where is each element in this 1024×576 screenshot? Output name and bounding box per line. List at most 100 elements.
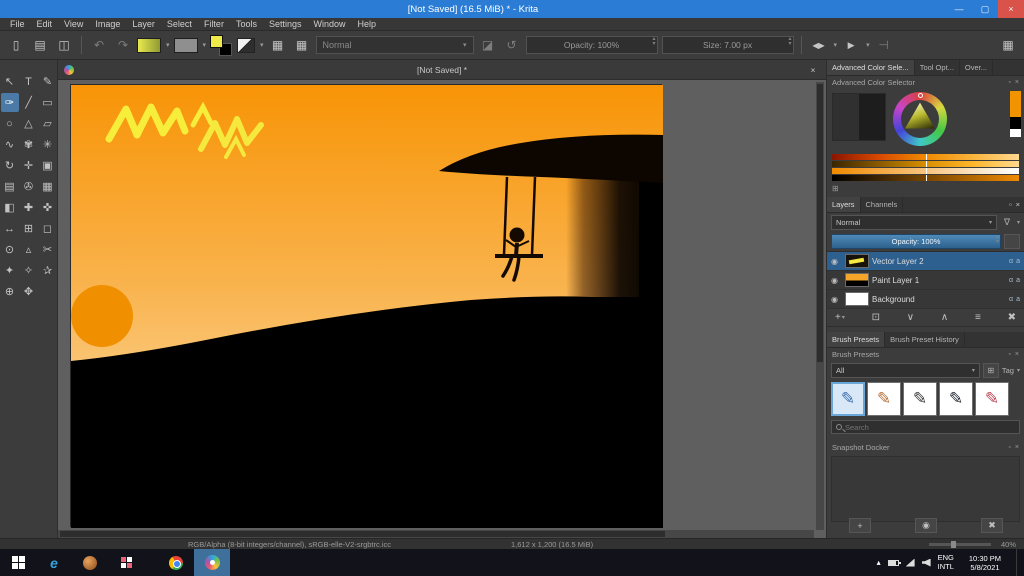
spinner[interactable]: ▴ ▾: [789, 36, 792, 46]
float-docker-icon[interactable]: ▫: [1008, 444, 1010, 451]
brush-preset-pencil-blue[interactable]: ✎: [831, 382, 865, 416]
tool-rectangle[interactable]: ▭: [39, 93, 57, 112]
delete-layer-button[interactable]: ✖: [1008, 312, 1016, 323]
language-indicator[interactable]: ENG INTL: [938, 553, 954, 571]
taskbar-app-icon-1[interactable]: [72, 549, 108, 576]
float-docker-icon[interactable]: ▫: [1009, 200, 1012, 209]
color-triangle[interactable]: [905, 102, 935, 129]
move-layer-up-button[interactable]: ∧: [941, 312, 948, 323]
tool-polyline[interactable]: ▱: [39, 114, 57, 133]
zoom-slider[interactable]: [928, 540, 991, 548]
taskbar-chrome-icon[interactable]: [158, 549, 194, 576]
tool-polygon[interactable]: △: [20, 114, 38, 133]
horizontal-scroll-thumb[interactable]: [60, 531, 665, 537]
vertical-scrollbar[interactable]: [816, 82, 824, 530]
zoom-level[interactable]: 40%: [1001, 540, 1016, 549]
tool-move[interactable]: ✛: [20, 156, 38, 175]
canvas[interactable]: [70, 84, 663, 528]
taskbar-app-icon-2[interactable]: [108, 549, 144, 576]
reload-preset-icon[interactable]: ↺: [502, 35, 522, 55]
visibility-eye-icon[interactable]: ◉: [831, 257, 842, 266]
tool-edit-shapes[interactable]: ✎: [39, 72, 57, 91]
chevron-down-icon[interactable]: ▾: [1017, 367, 1020, 374]
menu-select[interactable]: Select: [161, 19, 198, 29]
assistant-magnetism-icon[interactable]: ⊣: [874, 35, 894, 55]
tool-color-sampler[interactable]: ✇: [20, 177, 38, 196]
close-docker-icon[interactable]: ×: [1015, 444, 1019, 451]
chevron-down-icon[interactable]: ▾: [166, 41, 170, 49]
tab-brush-preset-history[interactable]: Brush Preset History: [885, 332, 965, 347]
zoom-slider-thumb[interactable]: [950, 540, 956, 548]
tab-advanced-color-selector[interactable]: Advanced Color Sele...: [827, 60, 915, 75]
close-docker-icon[interactable]: ×: [1015, 351, 1019, 358]
menu-filter[interactable]: Filter: [198, 19, 230, 29]
new-document-icon[interactable]: ▯: [6, 35, 26, 55]
tool-freehand-brush[interactable]: ✑: [0, 93, 19, 112]
horizontal-scrollbar[interactable]: [58, 530, 814, 538]
menu-image[interactable]: Image: [89, 19, 126, 29]
chevron-down-icon[interactable]: ▾: [260, 41, 264, 49]
tool-dynamic-brush[interactable]: ✾: [20, 135, 38, 154]
shade-swatch[interactable]: [859, 94, 885, 140]
layer-style-button[interactable]: [1004, 234, 1020, 249]
tool-multibrush[interactable]: ✳: [39, 135, 57, 154]
tool-transform[interactable]: ↻: [1, 156, 19, 175]
black-swatch[interactable]: [1010, 117, 1021, 129]
white-swatch[interactable]: [1010, 129, 1021, 137]
brush-editor-button[interactable]: [237, 37, 256, 53]
switch-snapshot-button[interactable]: ◉: [915, 518, 937, 533]
blending-mode-dropdown[interactable]: Normal ▾: [315, 36, 474, 54]
pattern-chooser[interactable]: [173, 37, 198, 53]
undo-icon[interactable]: ↶: [89, 35, 109, 55]
close-docker-icon[interactable]: ×: [1015, 79, 1019, 86]
workspace-chooser-icon[interactable]: ▦: [998, 35, 1018, 55]
chevron-down-icon[interactable]: ▾: [834, 41, 838, 49]
brush-preset-pencil-gray[interactable]: ✎: [903, 382, 937, 416]
layer-opacity-slider[interactable]: Opacity: 100% ▴ ▾: [831, 234, 1001, 249]
brush-preset-chooser-icon[interactable]: ▦: [268, 35, 288, 55]
inherit-alpha-icon[interactable]: α: [1009, 258, 1013, 265]
brush-view-mode-button[interactable]: ⊞: [982, 363, 999, 378]
search-input[interactable]: [845, 422, 1015, 432]
tab-overview[interactable]: Over...: [960, 60, 993, 75]
redo-icon[interactable]: ↷: [113, 35, 133, 55]
brush-size-slider[interactable]: Size: 7.00 px ▴ ▾: [661, 36, 794, 54]
battery-icon[interactable]: [887, 559, 901, 566]
brush-tag-dropdown[interactable]: All ▾: [831, 363, 980, 378]
start-button[interactable]: [0, 549, 36, 576]
spinner[interactable]: ▴ ▾: [996, 234, 999, 244]
tool-freehand-select[interactable]: ✂: [39, 240, 57, 259]
visibility-eye-icon[interactable]: ◉: [831, 276, 842, 285]
tool-line[interactable]: ╱: [20, 93, 38, 112]
float-docker-icon[interactable]: ▫: [1008, 79, 1010, 86]
spin-down-icon[interactable]: ▾: [996, 239, 999, 244]
brush-preset-ink-dark[interactable]: ✎: [939, 382, 973, 416]
menu-layer[interactable]: Layer: [126, 19, 161, 29]
shade-selector[interactable]: [832, 93, 886, 141]
tool-magnetic-select[interactable]: ✰: [39, 261, 57, 280]
foreground-background-colors[interactable]: [210, 34, 233, 56]
tool-text[interactable]: T: [20, 72, 38, 91]
menu-settings[interactable]: Settings: [263, 19, 308, 29]
vertical-scroll-thumb[interactable]: [817, 84, 823, 362]
tool-assistants[interactable]: ✜: [39, 198, 57, 217]
tool-measure[interactable]: ↔: [1, 219, 19, 238]
tool-zoom[interactable]: ⊕: [1, 282, 19, 301]
tool-contiguous-select[interactable]: ✦: [1, 261, 19, 280]
open-icon[interactable]: ▤: [30, 35, 50, 55]
network-icon[interactable]: [905, 558, 915, 567]
alpha-lock-icon[interactable]: a: [1016, 296, 1020, 303]
tab-tool-options[interactable]: Tool Opt...: [915, 60, 960, 75]
brush-preset-pencil-orange[interactable]: ✎: [867, 382, 901, 416]
tab-layers[interactable]: Layers: [827, 197, 861, 212]
clock[interactable]: 10:30 PM 5/8/2021: [961, 554, 1009, 572]
color-history-icon[interactable]: ⊞: [832, 184, 839, 193]
opacity-slider[interactable]: Opacity: 100% ▴ ▾: [525, 36, 658, 54]
taskbar-ie-icon[interactable]: e: [36, 549, 72, 576]
menu-view[interactable]: View: [58, 19, 89, 29]
layer-blending-mode-dropdown[interactable]: Normal ▾: [831, 215, 997, 230]
value-shade-strip[interactable]: [832, 161, 1019, 167]
tool-gradient[interactable]: ▤: [1, 177, 19, 196]
duplicate-layer-button[interactable]: ⊡: [872, 312, 880, 323]
brush-preset-marker-red[interactable]: ✎: [975, 382, 1009, 416]
